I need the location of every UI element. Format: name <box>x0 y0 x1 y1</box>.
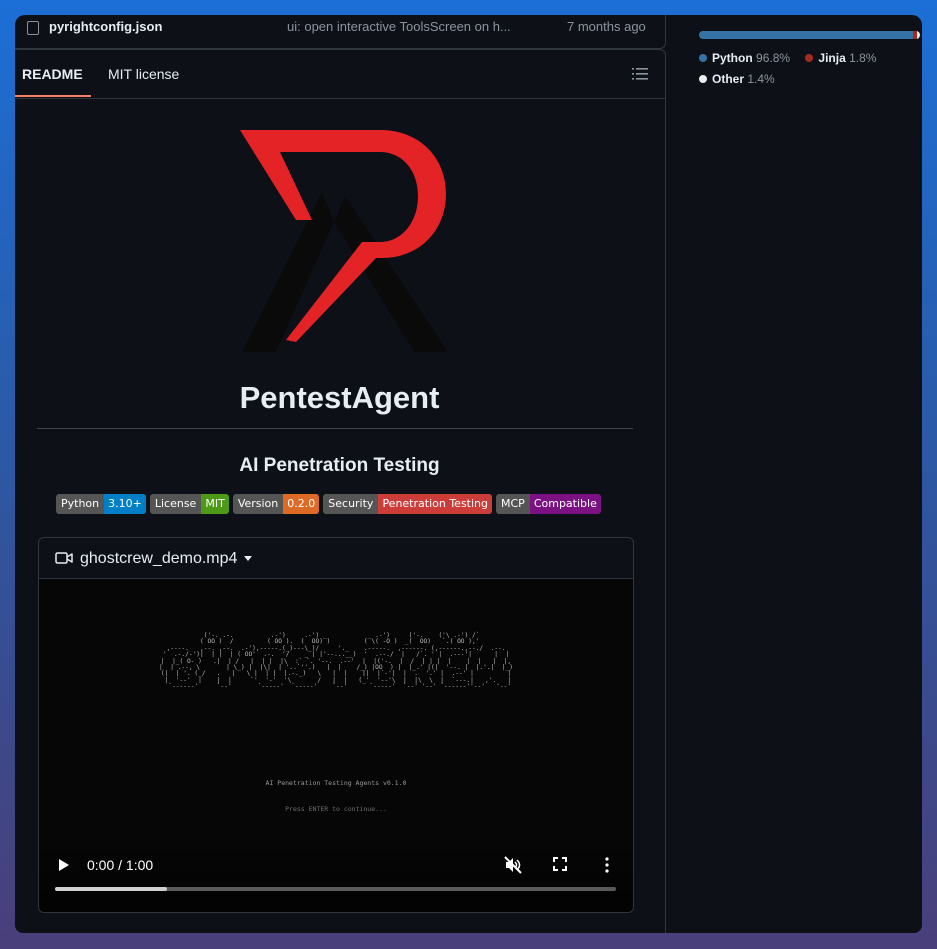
language-dot <box>805 54 814 62</box>
fullscreen-icon[interactable] <box>553 857 567 871</box>
badge-version[interactable]: Version 0.2.0 <box>232 494 320 514</box>
language-percent: 1.8% <box>849 51 877 65</box>
badge-label: License <box>149 494 202 514</box>
file-icon <box>27 21 39 35</box>
language-percent: 1.4% <box>747 72 775 86</box>
badge-value: Penetration Testing <box>378 494 493 514</box>
file-name[interactable]: pyrightconfig.json <box>49 19 162 34</box>
chevron-down-icon[interactable] <box>244 556 252 561</box>
active-tab-underline <box>15 95 91 97</box>
badge-value: 3.10+ <box>104 494 146 514</box>
language-bar <box>699 31 920 39</box>
tab-readme[interactable]: README <box>22 66 83 82</box>
readme-panel: README MIT license PentestAgent AI Penet… <box>15 49 666 933</box>
video-progress-bar[interactable] <box>55 887 616 891</box>
play-icon[interactable] <box>59 859 69 871</box>
app-window: pyrightconfig.json ui: open interactive … <box>15 15 922 933</box>
language-dot <box>699 75 707 83</box>
video-progress-fill <box>55 887 168 891</box>
badge-label: Security <box>323 494 379 514</box>
readme-title: PentestAgent <box>239 380 440 415</box>
video-embed: ghostcrew_demo.mp4 ('-. .-. .-') .-') _ … <box>38 537 634 913</box>
readme-tabs: README MIT license <box>15 50 665 99</box>
ascii-art-logo: ('-. .-. .-') .-') _ _ .-') ('-. ('\ .-'… <box>159 632 513 691</box>
language-jinja[interactable]: Jinja 1.8% <box>805 51 876 65</box>
commit-message[interactable]: ui: open interactive ToolsScreen on h... <box>287 19 511 34</box>
language-python[interactable]: Python 96.8% <box>699 51 790 65</box>
muted-speaker-icon[interactable] <box>504 856 522 874</box>
title-divider <box>37 428 633 429</box>
language-bar-segment <box>916 31 920 39</box>
badge-label: Python <box>56 494 105 514</box>
badge-value: MIT <box>201 494 229 514</box>
repo-sidebar: Python 96.8% Jinja 1.8% Other 1.4% <box>666 15 922 933</box>
badge-mcp[interactable]: MCP Compatible <box>496 494 601 514</box>
language-dot <box>699 54 707 62</box>
language-name: Other <box>712 72 745 86</box>
pentestagent-logo <box>240 130 448 352</box>
video-controls: 0:00 / 1:00 <box>39 839 633 912</box>
language-name: Python <box>712 51 753 65</box>
badge-value: Compatible <box>529 494 601 514</box>
ascii-caption: AI Penetration Testing Agents v0.1.0 <box>265 779 407 787</box>
language-list: Python 96.8% Jinja 1.8% Other 1.4% <box>699 51 919 93</box>
badge-row: Python 3.10+ License MIT Version 0.2.0 S… <box>56 494 601 514</box>
readme-subtitle: AI Penetration Testing <box>239 455 440 476</box>
badge-label: MCP <box>496 494 530 514</box>
file-row[interactable]: pyrightconfig.json ui: open interactive … <box>15 15 666 49</box>
language-other[interactable]: Other 1.4% <box>699 72 775 86</box>
video-header[interactable]: ghostcrew_demo.mp4 <box>39 538 633 579</box>
badge-python[interactable]: Python 3.10+ <box>56 494 146 514</box>
more-options-icon[interactable] <box>605 857 609 873</box>
video-timecode: 0:00 / 1:00 <box>87 857 154 873</box>
language-name: Jinja <box>818 51 846 65</box>
language-bar-segment <box>699 31 913 39</box>
badge-label: Version <box>232 494 284 514</box>
video-player[interactable]: ('-. .-. .-') .-') _ _ .-') ('-. ('\ .-'… <box>39 579 633 912</box>
language-percent: 96.8% <box>756 51 791 65</box>
video-camera-icon <box>55 552 73 564</box>
badge-value: 0.2.0 <box>283 494 320 514</box>
badge-security[interactable]: Security Penetration Testing <box>323 494 493 514</box>
badge-license[interactable]: License MIT <box>149 494 229 514</box>
commit-time: 7 months ago <box>567 19 646 34</box>
outline-list-icon[interactable] <box>632 68 648 80</box>
press-enter-text: Press ENTER to continue... <box>285 805 387 813</box>
video-filename[interactable]: ghostcrew_demo.mp4 <box>80 550 237 568</box>
tab-license[interactable]: MIT license <box>108 66 179 82</box>
